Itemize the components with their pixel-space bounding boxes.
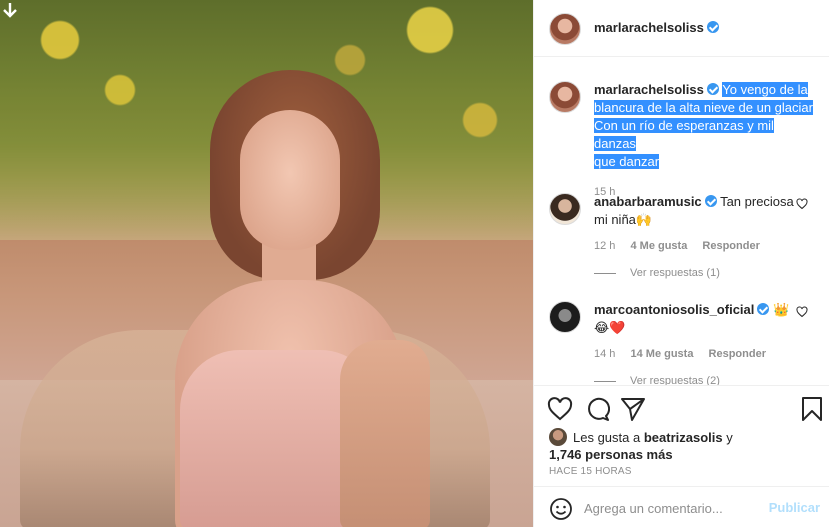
caption-line-1: Yo vengo de la: [722, 82, 808, 97]
photo-coat: [340, 340, 430, 527]
publish-button[interactable]: Publicar: [769, 500, 820, 515]
comment-body-2: 😂❤️: [594, 320, 626, 335]
caption-line-4: que danzar: [594, 154, 660, 169]
comment-heart-icon[interactable]: [796, 306, 808, 318]
likes-prefix: Les gusta a: [573, 430, 641, 445]
view-replies-label[interactable]: Ver respuestas (2): [630, 375, 720, 385]
header-username[interactable]: marlarachelsoliss: [594, 20, 719, 35]
post-timestamp[interactable]: HACE 15 HORAS: [549, 466, 632, 477]
comment-heart-icon[interactable]: [796, 198, 808, 210]
heart-icon[interactable]: [547, 396, 573, 422]
comment-likes[interactable]: 4 Me gusta: [630, 240, 687, 252]
comment-username[interactable]: anabarbaramusic: [594, 194, 702, 209]
comment-input[interactable]: [584, 496, 764, 520]
post-side-panel: marlarachelsoliss marlarachelsoliss Yo v…: [533, 0, 829, 527]
download-icon[interactable]: [2, 2, 18, 20]
likes-count[interactable]: 1,746 personas más: [549, 447, 673, 462]
add-comment-bar: Publicar: [534, 486, 829, 527]
share-icon[interactable]: [620, 396, 646, 422]
likes-summary: Les gusta a beatrizasolis y 1,746 person…: [549, 428, 819, 463]
save-icon[interactable]: [799, 396, 825, 422]
comment-likes[interactable]: 14 Me gusta: [630, 348, 693, 360]
comment-body-2: mi niña🙌: [594, 212, 653, 227]
comment-text: marcoantoniosolis_oficial 👑 😂❤️ 14 h 14 …: [594, 301, 794, 363]
verified-icon: [757, 303, 770, 315]
reply-button[interactable]: Responder: [702, 240, 759, 252]
photo-face: [240, 110, 340, 250]
caption-line-2: blancura de la alta nieve de un glaciar: [594, 100, 813, 115]
caption-line-3: Con un río de esperanzas y mil danzas: [594, 118, 774, 151]
comment-username[interactable]: marcoantoniosolis_oficial: [594, 302, 754, 317]
avatar[interactable]: [549, 193, 581, 225]
comment-icon[interactable]: [584, 396, 610, 422]
comment-body: Tan preciosa: [720, 194, 794, 209]
verified-icon: [706, 21, 719, 33]
post-header: marlarachelsoliss: [534, 0, 829, 57]
comment-meta: 12 h 4 Me gusta Responder: [594, 237, 794, 255]
avatar[interactable]: [549, 13, 581, 45]
verified-icon: [706, 83, 719, 95]
likes-conj: y: [726, 430, 733, 445]
view-replies-button[interactable]: Ver respuestas (1): [594, 267, 720, 279]
emoji-icon[interactable]: [549, 497, 573, 521]
avatar[interactable]: [549, 428, 567, 446]
view-replies-label[interactable]: Ver respuestas (1): [630, 267, 720, 279]
comments-section[interactable]: marlarachelsoliss Yo vengo de la blancur…: [534, 57, 829, 385]
view-replies-divider: [594, 380, 616, 382]
avatar[interactable]: [549, 301, 581, 333]
post-photo[interactable]: [0, 0, 533, 527]
comment-body: 👑: [773, 302, 790, 317]
comment-time: 12 h: [594, 240, 616, 252]
header-username-text[interactable]: marlarachelsoliss: [594, 20, 704, 35]
post-actions: Les gusta a beatrizasolis y 1,746 person…: [534, 385, 829, 527]
avatar[interactable]: [549, 81, 581, 113]
comment-time: 14 h: [594, 348, 616, 360]
comment-text: anabarbaramusic Tan preciosa mi niña🙌 12…: [594, 193, 794, 255]
reply-button[interactable]: Responder: [709, 348, 766, 360]
view-replies-button[interactable]: Ver respuestas (2): [594, 375, 720, 385]
caption-text: marlarachelsoliss Yo vengo de la blancur…: [594, 81, 819, 201]
likes-user[interactable]: beatrizasolis: [644, 430, 723, 445]
verified-icon: [704, 195, 717, 207]
comment-meta: 14 h 14 Me gusta Responder: [594, 345, 794, 363]
caption-username[interactable]: marlarachelsoliss: [594, 82, 704, 97]
view-replies-divider: [594, 272, 616, 274]
